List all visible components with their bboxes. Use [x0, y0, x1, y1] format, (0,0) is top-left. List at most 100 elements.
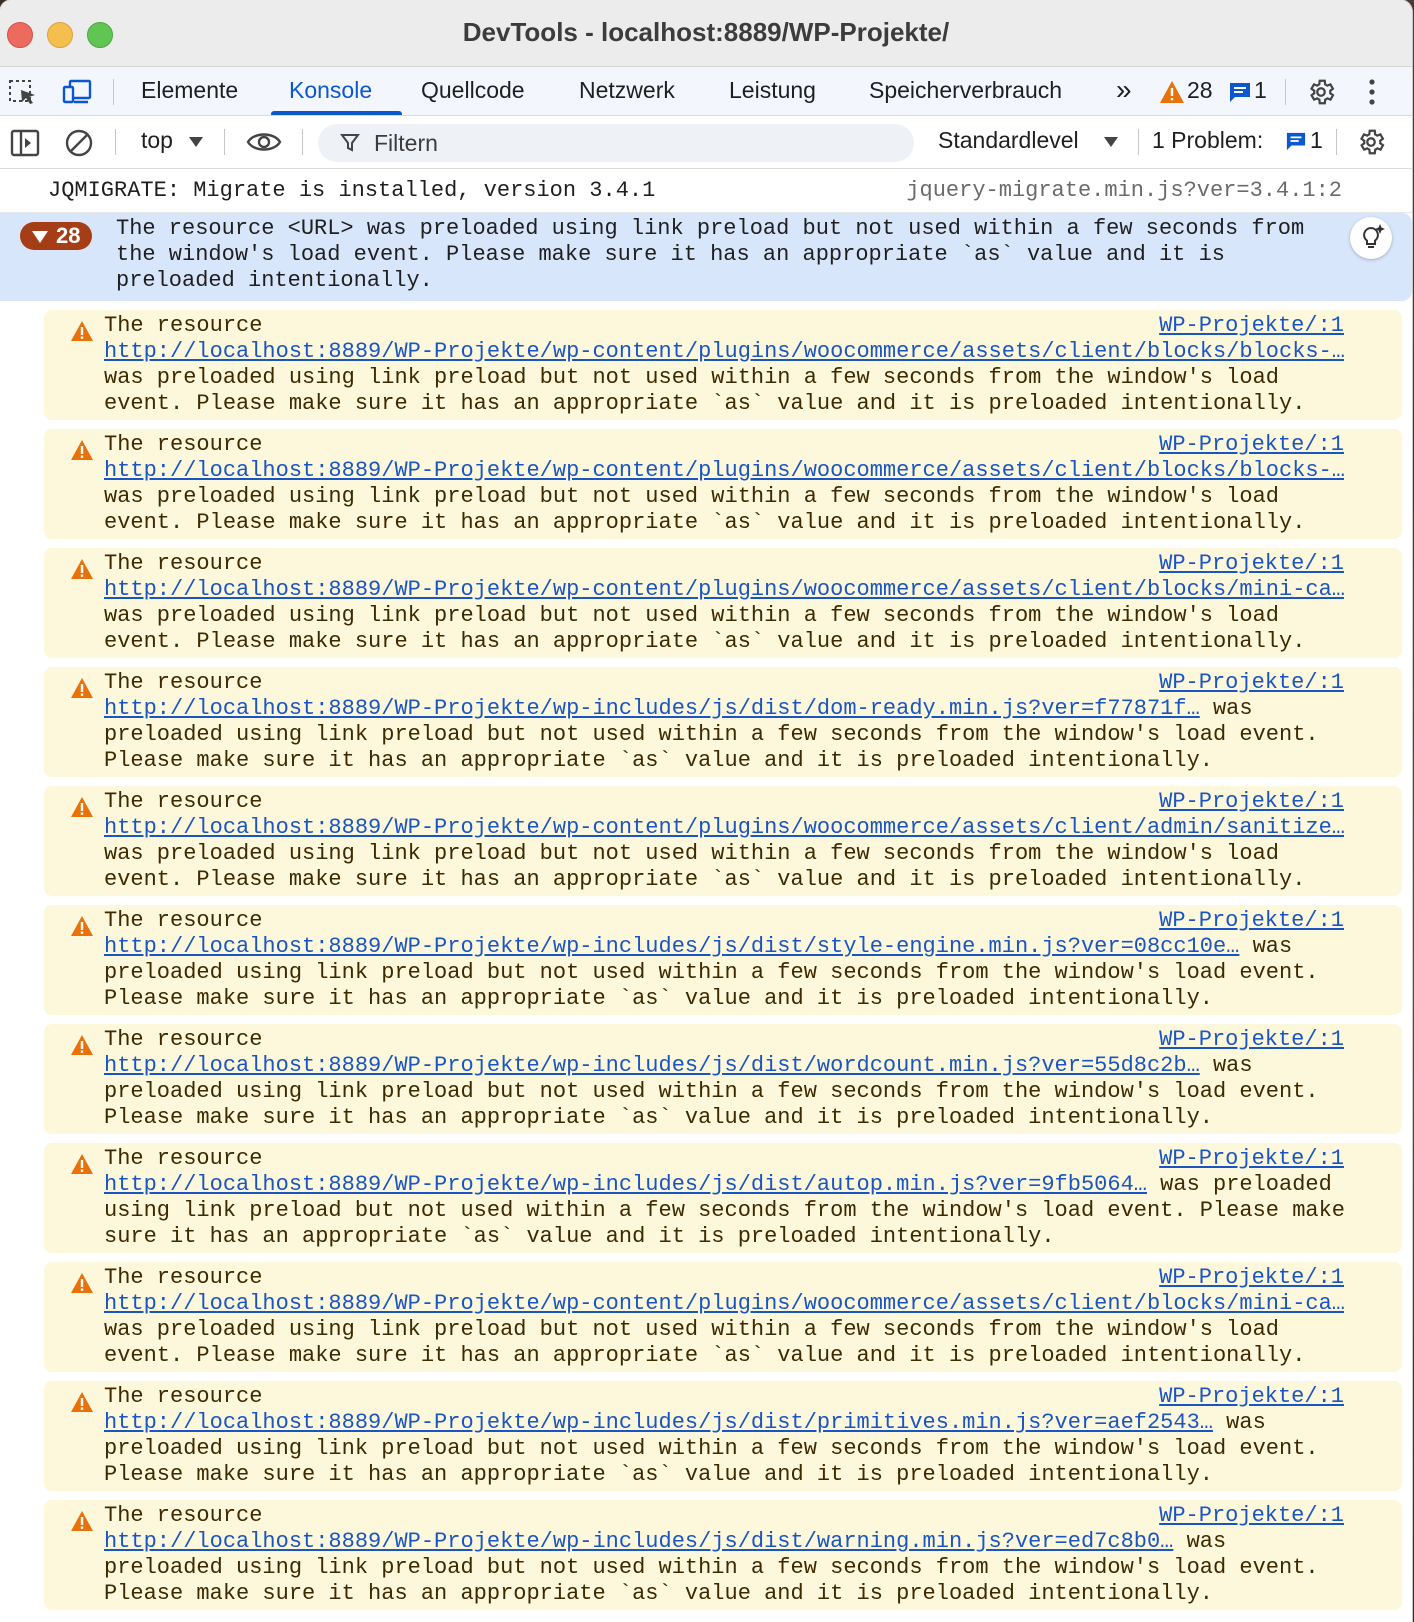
expand-triangle-icon — [32, 231, 48, 243]
filter-input[interactable]: Filtern — [318, 124, 914, 162]
warning-icon — [71, 440, 93, 460]
warning-text: The resource http://localhost:8889/WP-Pro… — [104, 670, 1344, 774]
tab-konsole[interactable]: Konsole — [289, 77, 372, 104]
group-count-badge[interactable]: 28 — [20, 222, 92, 250]
warning-line-1: The resource — [104, 670, 263, 695]
warning-group-row[interactable]: 28 The resource <URL> was preloaded usin… — [0, 213, 1412, 301]
warning-icon — [71, 1273, 93, 1293]
issues-message-icon[interactable] — [1285, 131, 1307, 151]
warning-message-row[interactable]: WP-Projekte/:1 The resource http://localho… — [44, 1143, 1402, 1253]
warning-url-tail: was — [1173, 1529, 1227, 1554]
warning-line-4: event. Please make sure it has an approp… — [104, 510, 1306, 535]
clear-console-icon[interactable] — [64, 128, 94, 158]
warning-line-3: was preloaded using link preload but not… — [104, 365, 1279, 390]
warning-message-row[interactable]: WP-Projekte/:1 The resource http://localho… — [44, 548, 1402, 658]
warning-icon — [71, 797, 93, 817]
warning-line-3: was preloaded using link preload but not… — [104, 1317, 1279, 1342]
resource-url-link[interactable]: http://localhost:8889/WP-Projekte/wp-con… — [104, 1291, 1344, 1316]
tab-netzwerk[interactable]: Netzwerk — [579, 77, 675, 104]
log-level-dropdown-icon[interactable] — [1103, 136, 1119, 148]
warning-line-3: preloaded using link preload but not use… — [104, 960, 1319, 985]
warning-text: The resource http://localhost:8889/WP-Pro… — [104, 1027, 1344, 1131]
live-expression-eye-icon[interactable] — [246, 130, 282, 154]
console-log-row: JQMIGRATE: Migrate is installed, version… — [0, 170, 1412, 213]
warning-line-4: event. Please make sure it has an approp… — [104, 629, 1306, 654]
warning-text: The resource http://localhost:8889/WP-Pro… — [104, 432, 1344, 536]
warning-url-line: http://localhost:8889/WP-Projekte/wp-con… — [104, 1291, 1344, 1317]
more-options-icon[interactable] — [1368, 77, 1376, 107]
warning-line-4: sure it has an appropriate `as` value an… — [104, 1224, 1055, 1249]
warning-url-line: http://localhost:8889/WP-Projekte/wp-inc… — [104, 1172, 1344, 1198]
warning-url-line: http://localhost:8889/WP-Projekte/wp-con… — [104, 815, 1344, 841]
resource-url-link[interactable]: http://localhost:8889/WP-Projekte/wp-con… — [104, 458, 1344, 483]
resource-url-link[interactable]: http://localhost:8889/WP-Projekte/wp-inc… — [104, 1172, 1147, 1197]
warning-line-4: Please make sure it has an appropriate `… — [104, 1462, 1213, 1487]
warning-message-row[interactable]: WP-Projekte/:1 The resource http://localho… — [44, 1500, 1402, 1610]
resource-url-link[interactable]: http://localhost:8889/WP-Projekte/wp-inc… — [104, 934, 1239, 959]
more-tabs-icon[interactable]: » — [1116, 74, 1132, 106]
warning-message-row[interactable]: WP-Projekte/:1 The resource http://localho… — [44, 1262, 1402, 1372]
issues-count[interactable]: 1 — [1310, 127, 1323, 154]
resource-url-link[interactable]: http://localhost:8889/WP-Projekte/wp-inc… — [104, 696, 1200, 721]
resource-url-link[interactable]: http://localhost:8889/WP-Projekte/wp-con… — [104, 815, 1344, 840]
message-count-icon[interactable] — [1228, 81, 1252, 103]
settings-gear-icon[interactable] — [1306, 77, 1336, 107]
warning-url-line: http://localhost:8889/WP-Projekte/wp-inc… — [104, 1410, 1344, 1436]
warning-line-4: Please make sure it has an appropriate `… — [104, 1581, 1213, 1606]
device-toolbar-icon[interactable] — [62, 79, 92, 105]
log-message: JQMIGRATE: Migrate is installed, version… — [48, 178, 656, 203]
warning-message-row[interactable]: WP-Projekte/:1 The resource http://localho… — [44, 429, 1402, 539]
warning-icon — [71, 1392, 93, 1412]
sidebar-toggle-icon[interactable] — [10, 129, 40, 157]
warning-message-row[interactable]: WP-Projekte/:1 The resource http://localho… — [44, 786, 1402, 896]
resource-url-link[interactable]: http://localhost:8889/WP-Projekte/wp-con… — [104, 577, 1344, 602]
warning-line-1: The resource — [104, 908, 263, 933]
context-selector[interactable]: top — [141, 127, 173, 154]
console-toolbar: top Filtern Standardlevel 1 Problem: 1 — [0, 116, 1412, 169]
warning-count[interactable]: 28 — [1187, 77, 1213, 104]
message-count[interactable]: 1 — [1254, 77, 1267, 104]
warning-url-line: http://localhost:8889/WP-Projekte/wp-con… — [104, 339, 1344, 365]
warning-icon — [71, 559, 93, 579]
warning-message-row[interactable]: WP-Projekte/:1 The resource http://localho… — [44, 905, 1402, 1015]
warning-url-tail: was preloaded — [1146, 1172, 1332, 1197]
ai-insights-icon[interactable] — [1350, 217, 1392, 259]
warning-icon — [71, 678, 93, 698]
warning-message-row[interactable]: WP-Projekte/:1 The resource http://localho… — [44, 667, 1402, 777]
warning-line-1: The resource — [104, 1384, 263, 1409]
warning-line-3: was preloaded using link preload but not… — [104, 603, 1279, 628]
warning-message-row[interactable]: WP-Projekte/:1 The resource http://localho… — [44, 310, 1402, 420]
inspect-element-icon[interactable] — [8, 79, 38, 105]
warning-text: The resource http://localhost:8889/WP-Pro… — [104, 789, 1344, 893]
warning-icon — [71, 1035, 93, 1055]
warning-text: The resource http://localhost:8889/WP-Pro… — [104, 1146, 1344, 1250]
warning-url-tail: was — [1239, 934, 1293, 959]
tab-speicherverbrauch[interactable]: Speicherverbrauch — [869, 77, 1062, 104]
console-output: JQMIGRATE: Migrate is installed, version… — [0, 170, 1412, 1622]
tab-elemente[interactable]: Elemente — [141, 77, 238, 104]
warning-line-1: The resource — [104, 313, 263, 338]
warning-message-row[interactable]: WP-Projekte/:1 The resource http://localho… — [44, 1024, 1402, 1134]
context-dropdown-icon[interactable] — [188, 136, 204, 148]
devtools-window: DevTools - localhost:8889/WP-Projekte/ E… — [0, 0, 1412, 1622]
resource-url-link[interactable]: http://localhost:8889/WP-Projekte/wp-con… — [104, 339, 1344, 364]
console-settings-gear-icon[interactable] — [1356, 127, 1386, 157]
warning-url-tail: was — [1199, 1053, 1253, 1078]
tab-leistung[interactable]: Leistung — [729, 77, 816, 104]
panel-tab-bar: Elemente Konsole Quellcode Netzwerk Leis… — [0, 67, 1412, 116]
warning-message-row[interactable]: WP-Projekte/:1 The resource http://localho… — [44, 1381, 1402, 1491]
resource-url-link[interactable]: http://localhost:8889/WP-Projekte/wp-inc… — [104, 1053, 1200, 1078]
tab-quellcode[interactable]: Quellcode — [421, 77, 525, 104]
log-level-selector[interactable]: Standardlevel — [938, 127, 1079, 154]
resource-url-link[interactable]: http://localhost:8889/WP-Projekte/wp-inc… — [104, 1529, 1173, 1554]
warning-url-line: http://localhost:8889/WP-Projekte/wp-inc… — [104, 934, 1344, 960]
title-bar: DevTools - localhost:8889/WP-Projekte/ — [0, 0, 1412, 67]
warning-text: The resource http://localhost:8889/WP-Pro… — [104, 551, 1344, 655]
log-source-link[interactable]: jquery-migrate.min.js?ver=3.4.1:2 — [906, 178, 1342, 204]
warning-count-icon[interactable] — [1159, 80, 1185, 104]
resource-url-link[interactable]: http://localhost:8889/WP-Projekte/wp-inc… — [104, 1410, 1213, 1435]
warning-line-3: was preloaded using link preload but not… — [104, 484, 1279, 509]
warning-text: The resource http://localhost:8889/WP-Pro… — [104, 313, 1344, 417]
issues-label[interactable]: 1 Problem: — [1152, 127, 1263, 154]
warning-line-4: Please make sure it has an appropriate `… — [104, 986, 1213, 1011]
